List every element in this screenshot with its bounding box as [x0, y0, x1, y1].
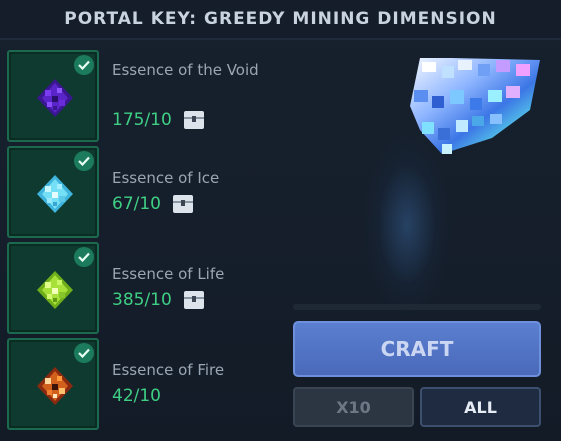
item-slot[interactable] [7, 242, 99, 334]
requirement-item: Essence of Life 385/10 [7, 242, 287, 334]
crafted-item-preview [292, 50, 542, 320]
storage-chest-icon[interactable] [173, 195, 193, 213]
item-slot[interactable] [7, 50, 99, 142]
check-icon [74, 151, 94, 171]
requirement-count-row: 385/10 [112, 290, 204, 310]
ice-essence-icon [37, 175, 73, 213]
requirement-count: 385/10 [112, 290, 172, 310]
craft-button[interactable]: CRAFT [293, 321, 541, 377]
requirement-count-row: 67/10 [112, 194, 193, 214]
requirement-count-row: 42/10 [112, 386, 161, 406]
craft-all-button[interactable]: ALL [420, 387, 541, 427]
requirement-item: Essence of Ice 67/10 [7, 146, 287, 238]
check-icon [74, 55, 94, 75]
page-title: PORTAL KEY: GREEDY MINING DIMENSION [64, 9, 497, 29]
item-slot[interactable] [7, 338, 99, 430]
crafting-panel: PORTAL KEY: GREEDY MINING DIMENSION Esse… [0, 0, 561, 441]
check-icon [74, 343, 94, 363]
fire-essence-icon [37, 367, 73, 405]
title-bar: PORTAL KEY: GREEDY MINING DIMENSION [0, 0, 561, 40]
craft-progress-bar [293, 304, 541, 310]
requirement-name: Essence of Fire [112, 361, 225, 379]
requirement-count-row: 175/10 [112, 110, 204, 130]
requirement-count: 175/10 [112, 110, 172, 130]
requirement-name: Essence of the Void [112, 61, 259, 79]
requirement-item: Essence of the Void 175/10 [7, 50, 287, 142]
item-slot[interactable] [7, 146, 99, 238]
portal-key-icon [410, 58, 540, 154]
check-icon [74, 247, 94, 267]
void-essence-icon [37, 79, 73, 117]
requirement-name: Essence of Life [112, 265, 225, 283]
requirement-count: 42/10 [112, 386, 161, 406]
storage-chest-icon[interactable] [183, 291, 204, 309]
requirement-item: Essence of Fire 42/10 [7, 338, 287, 430]
craft-x10-button[interactable]: X10 [293, 387, 414, 427]
storage-chest-icon[interactable] [183, 111, 204, 129]
life-essence-icon [37, 271, 73, 309]
requirement-count: 67/10 [112, 194, 161, 214]
requirement-name: Essence of Ice [112, 169, 220, 187]
